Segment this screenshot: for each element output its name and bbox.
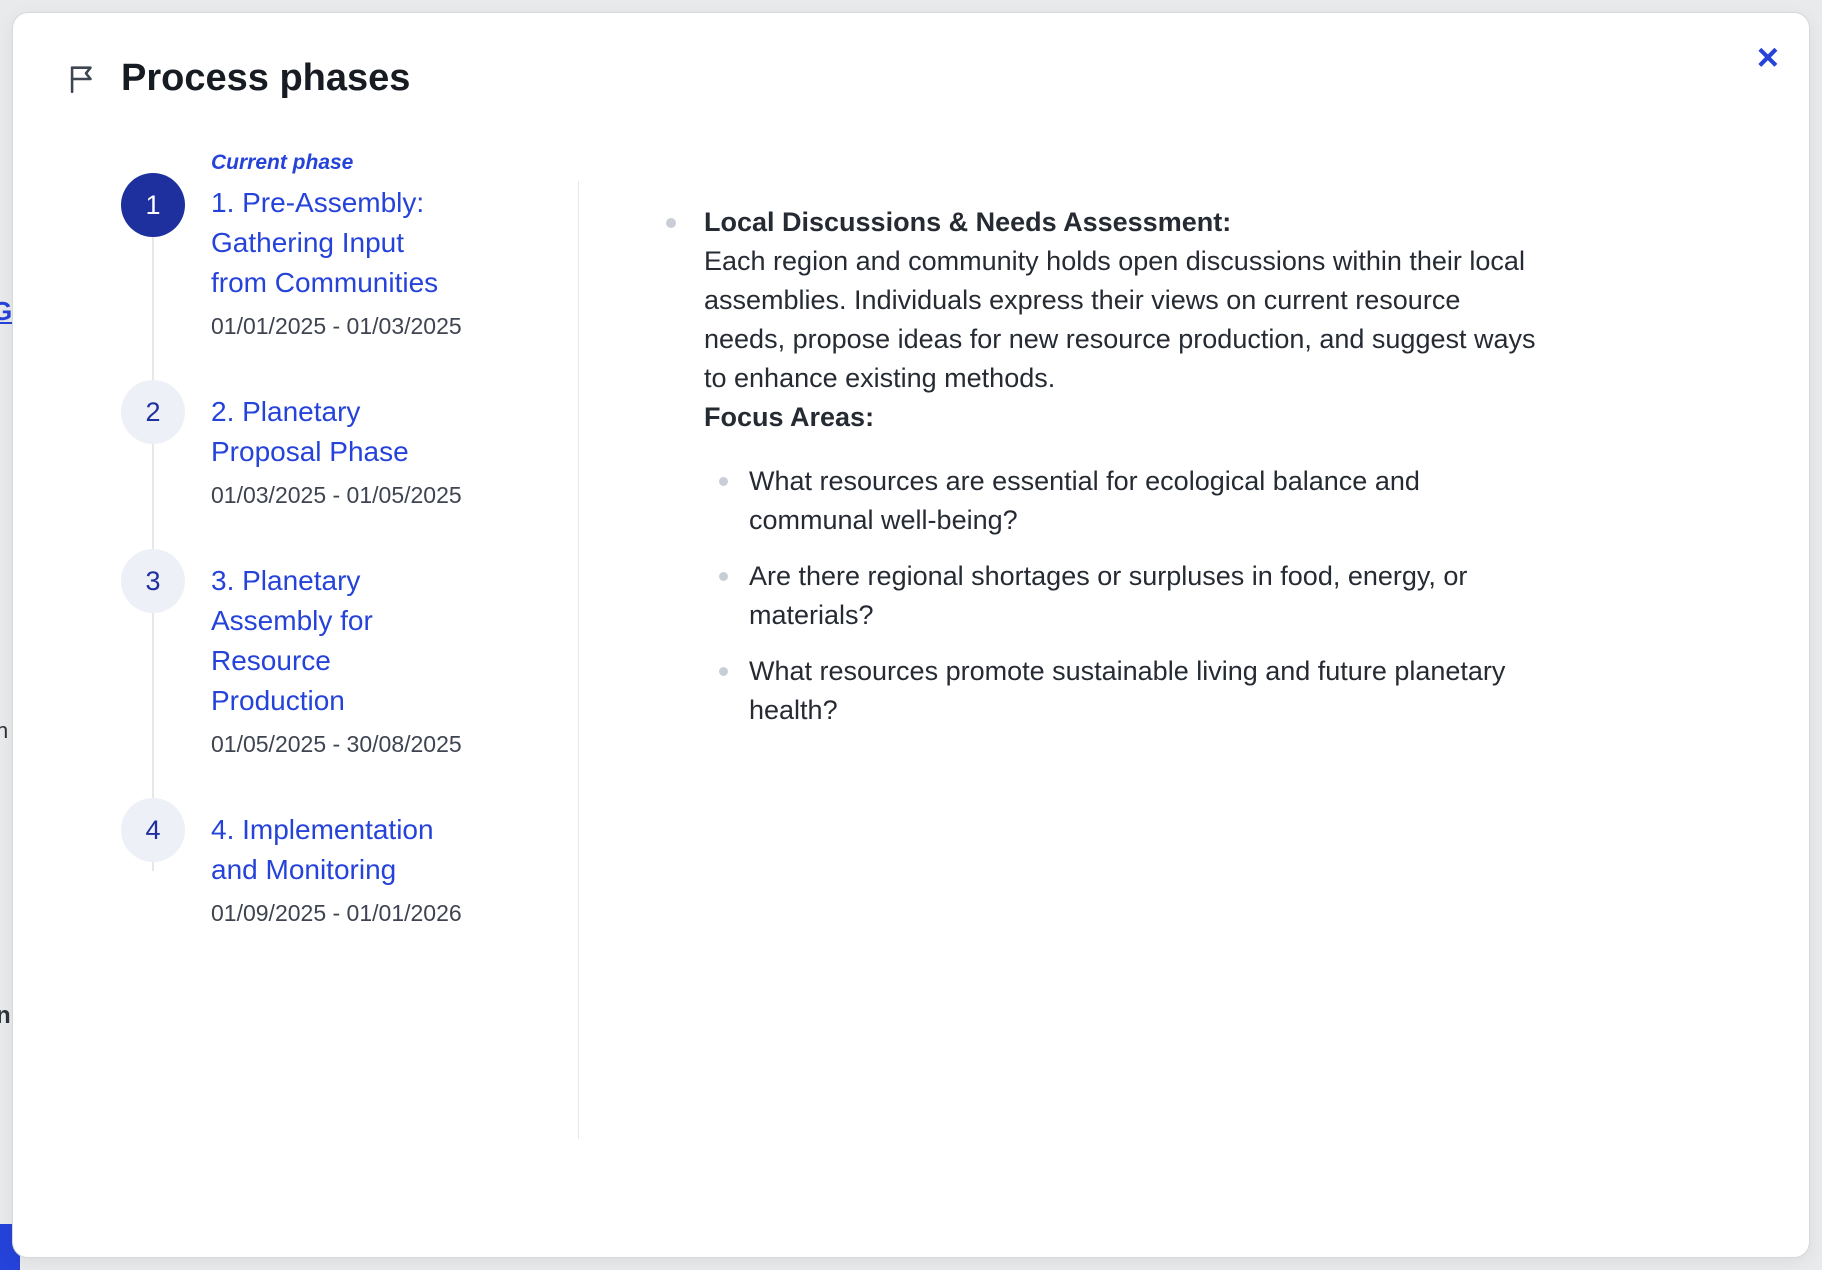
phase-2-title-link[interactable]: 2. Planetary Proposal Phase <box>211 392 446 472</box>
modal-header: Process phases <box>65 57 410 100</box>
phase-4-circle: 4 <box>121 798 185 862</box>
focus-item-text: What resources promote sustainable livin… <box>749 652 1519 730</box>
phase-item-1: 1 Current phase 1. Pre-Assembly: Gatheri… <box>121 151 541 340</box>
phase-3-title-link[interactable]: 3. Planetary Assembly for Resource Produ… <box>211 561 446 721</box>
bullet-icon <box>719 572 728 581</box>
phase-3-dates: 01/05/2025 - 30/08/2025 <box>211 731 462 758</box>
detail-bullet-item: Local Discussions & Needs Assessment: Ea… <box>601 203 1561 747</box>
focus-areas-label: Focus Areas: <box>704 398 1544 437</box>
phase-1-number: 1 <box>145 190 160 221</box>
focus-item: What resources promote sustainable livin… <box>704 652 1544 730</box>
modal-title: Process phases <box>121 57 410 100</box>
detail-paragraph: Each region and community holds open dis… <box>704 242 1544 398</box>
focus-areas-list: What resources are essential for ecologi… <box>704 462 1544 730</box>
background-link-fragment: G <box>0 296 12 327</box>
bullet-icon <box>719 477 728 486</box>
phase-item-3: 3 3. Planetary Assembly for Resource Pro… <box>121 561 541 758</box>
phase-details: Local Discussions & Needs Assessment: Ea… <box>601 203 1561 747</box>
phase-3-number: 3 <box>145 566 160 597</box>
phase-2-circle: 2 <box>121 380 185 444</box>
phase-4-number: 4 <box>145 815 160 846</box>
bullet-icon <box>719 667 728 676</box>
phase-1-circle: 1 <box>121 173 185 237</box>
flag-icon <box>65 62 99 96</box>
background-text-fragment: n <box>0 718 8 744</box>
timeline-content-divider <box>578 181 579 1139</box>
detail-heading: Local Discussions & Needs Assessment: <box>704 203 1544 242</box>
phase-2-dates: 01/03/2025 - 01/05/2025 <box>211 482 462 509</box>
phase-item-4: 4 4. Implementation and Monitoring 01/09… <box>121 810 541 927</box>
phase-3-circle: 3 <box>121 549 185 613</box>
phase-1-title-link[interactable]: 1. Pre-Assembly: Gathering Input from Co… <box>211 183 446 303</box>
phase-1-dates: 01/01/2025 - 01/03/2025 <box>211 313 462 340</box>
bullet-icon <box>666 218 676 228</box>
current-phase-label: Current phase <box>211 151 462 175</box>
process-phases-modal: × Process phases 1 Current phase 1. Pre-… <box>12 12 1810 1258</box>
phase-item-2: 2 2. Planetary Proposal Phase 01/03/2025… <box>121 392 541 509</box>
phase-4-title-link[interactable]: 4. Implementation and Monitoring <box>211 810 446 890</box>
phases-timeline: 1 Current phase 1. Pre-Assembly: Gatheri… <box>121 151 541 979</box>
focus-item-text: Are there regional shortages or surpluse… <box>749 557 1519 635</box>
focus-item: Are there regional shortages or surpluse… <box>704 557 1544 635</box>
background-text-fragment: n <box>0 1002 11 1030</box>
focus-item-text: What resources are essential for ecologi… <box>749 462 1519 540</box>
phase-2-number: 2 <box>145 397 160 428</box>
focus-item: What resources are essential for ecologi… <box>704 462 1544 540</box>
close-icon[interactable]: × <box>1757 39 1779 77</box>
phase-4-dates: 01/09/2025 - 01/01/2026 <box>211 900 462 927</box>
